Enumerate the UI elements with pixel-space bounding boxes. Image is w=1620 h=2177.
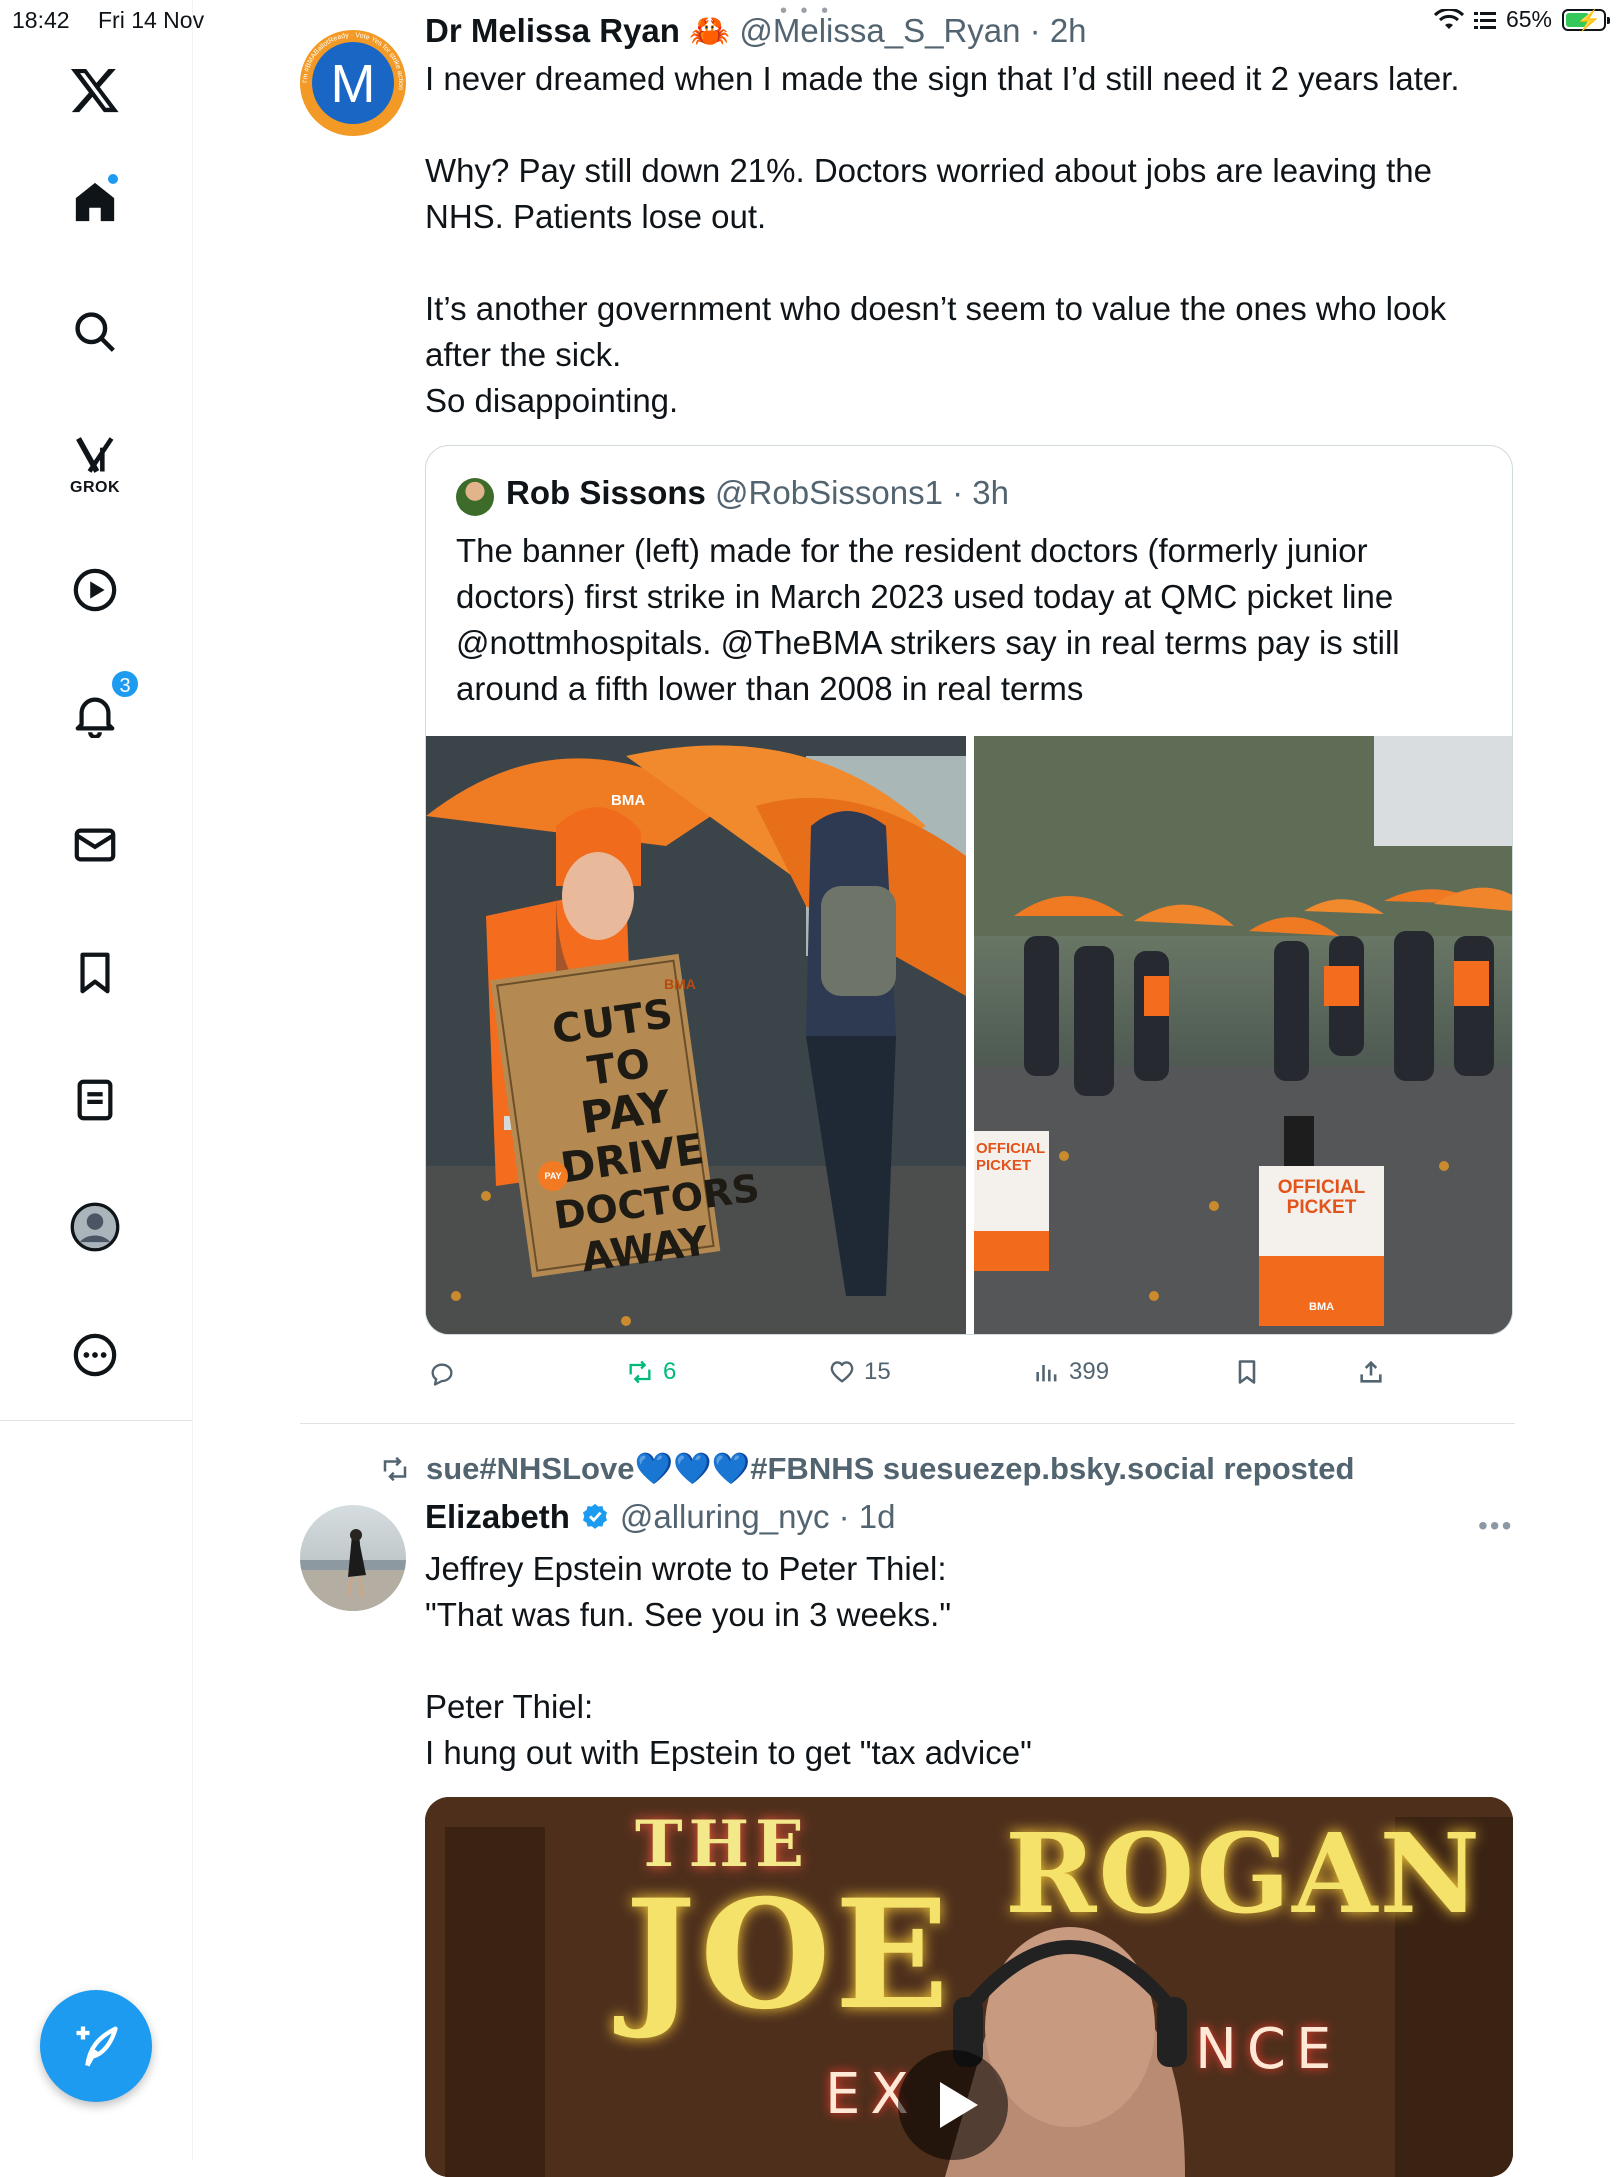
list-icon[interactable] [45,1070,145,1130]
grok-icon[interactable]: GROK [45,425,145,505]
neon-sign-rogan: ROGAN [1005,1809,1483,1938]
quote-text: The banner (left) made for the resident … [456,532,1400,707]
picket-board-1: OFFICIAL PICKET [976,1140,1045,1174]
reposted-by-text: sue#NHSLove💙💙💙#FBNHS suesuezep.bsky.soci… [426,1451,1355,1486]
svg-text:I'm #BMABallotReady · Vote Yes: I'm #BMABallotReady · Vote Yes for strik… [302,32,404,90]
author-avatar-elizabeth[interactable] [300,1505,406,1611]
picket-board-1-line-1: OFFICIAL [976,1140,1046,1157]
picket-board-2-line-2: PICKET [1286,1197,1357,1218]
author-avatar[interactable]: M I'm #BMABallotReady · Vote Yes for str… [300,30,406,136]
play-icon [940,2082,978,2128]
quote-author-name: Rob Sissons [506,474,706,511]
avatar-ring-text: I'm #BMABallotReady · Vote Yes for strik… [302,32,404,90]
heart-icon [830,1361,854,1383]
repost-button[interactable]: 6 [625,1358,676,1386]
photo-picket-illustration [974,736,1512,1334]
author-handle[interactable]: @Melissa_S_Ryan · 2h [739,12,1086,49]
bookmark-icon [1238,1360,1256,1384]
picket-board-2-line-1: OFFICIAL [1277,1177,1366,1198]
reply-button[interactable] [428,1360,456,1388]
more-icon[interactable] [45,1325,145,1385]
tweet-actions: 6 15 399 [425,1352,1515,1392]
like-count: 15 [864,1358,891,1385]
compose-icon [76,2026,118,2067]
view-count: 399 [1069,1358,1110,1385]
neon-sign-joe: JOE [625,1867,953,2043]
sidebar-border [192,1421,193,2160]
hat-logo: BMA [611,792,646,809]
sidebar: GROK 3 [0,0,193,1421]
quote-author-avatar [456,478,494,516]
sidebar-divider [0,1420,192,1421]
share-button[interactable] [1357,1358,1385,1386]
author-handle[interactable]: @alluring_nyc · 1d [620,1498,896,1536]
bookmark-button[interactable] [1233,1358,1261,1386]
home-unread-dot [108,174,118,184]
video-icon[interactable] [45,560,145,620]
battery-icon: ⚡ [1562,8,1610,32]
notifications-badge: 3 [110,669,140,699]
like-button[interactable]: 15 [828,1358,891,1386]
repost-context[interactable]: sue#NHSLove💙💙💙#FBNHS suesuezep.bsky.soci… [378,1450,1354,1487]
author-name[interactable]: Elizabeth [425,1498,570,1536]
repost-count: 6 [663,1358,677,1385]
bookmark-icon[interactable] [45,943,145,1003]
repost-icon [383,1456,407,1481]
pay-sticker: PAY [538,1161,568,1191]
grok-label: GROK [70,479,120,496]
search-icon[interactable] [45,302,145,362]
share-icon [1360,1360,1382,1383]
avatar-photo [300,1529,406,1611]
photo-picket-line[interactable]: OFFICIAL PICKET OFFICIAL PICKET BMA [974,736,1512,1334]
profile-icon[interactable] [45,1197,145,1257]
reply-icon [431,1363,453,1386]
wifi-icon [1433,8,1464,29]
x-logo-icon[interactable] [45,60,145,120]
tweet-header: Dr Melissa Ryan 🦀 @Melissa_S_Ryan · 2h [425,12,1087,51]
picket-board-2: OFFICIAL PICKET [1274,1178,1369,1218]
more-options-icon[interactable]: ••• [1478,1510,1513,1542]
views-button[interactable]: 399 [1033,1358,1109,1386]
quote-author-handle: @RobSissons1 · 3h [715,474,1010,511]
verified-badge-icon [582,1503,607,1529]
tweet-text: I never dreamed when I made the sign tha… [425,60,1460,419]
battery-percent: 65% [1505,6,1552,32]
analytics-icon [1036,1365,1057,1382]
bell-icon[interactable]: 3 [45,669,145,745]
compose-button[interactable] [40,1990,152,2102]
tweet-divider [300,1423,1515,1424]
tweet2-text: Jeffrey Epstein wrote to Peter Thiel: "T… [425,1550,1032,1771]
neon-sign-experience-right: NCE [1195,2017,1342,2082]
focus-list-icon [1473,11,1496,29]
tweet2-header: Elizabeth @alluring_nyc · 1d [425,1498,896,1536]
mail-icon[interactable] [45,815,145,875]
photo-protester-sign[interactable]: BMA BMA CUTS TO PAY DRIVE DOCTORS AWAY P… [426,736,966,1334]
quoted-tweet[interactable]: Rob Sissons @RobSissons1 · 3h The banner… [425,445,1513,1335]
repost-icon [629,1360,651,1384]
picket-board-1-line-2: PICKET [976,1157,1032,1174]
author-name[interactable]: Dr Melissa Ryan 🦀 [425,12,730,49]
quote-header: Rob Sissons @RobSissons1 · 3h [506,474,1009,512]
status-right: 65% ⚡ [1433,6,1610,33]
home-icon[interactable] [45,172,145,232]
bma-logo: BMA [1309,1301,1335,1313]
play-button[interactable] [898,2050,1008,2160]
